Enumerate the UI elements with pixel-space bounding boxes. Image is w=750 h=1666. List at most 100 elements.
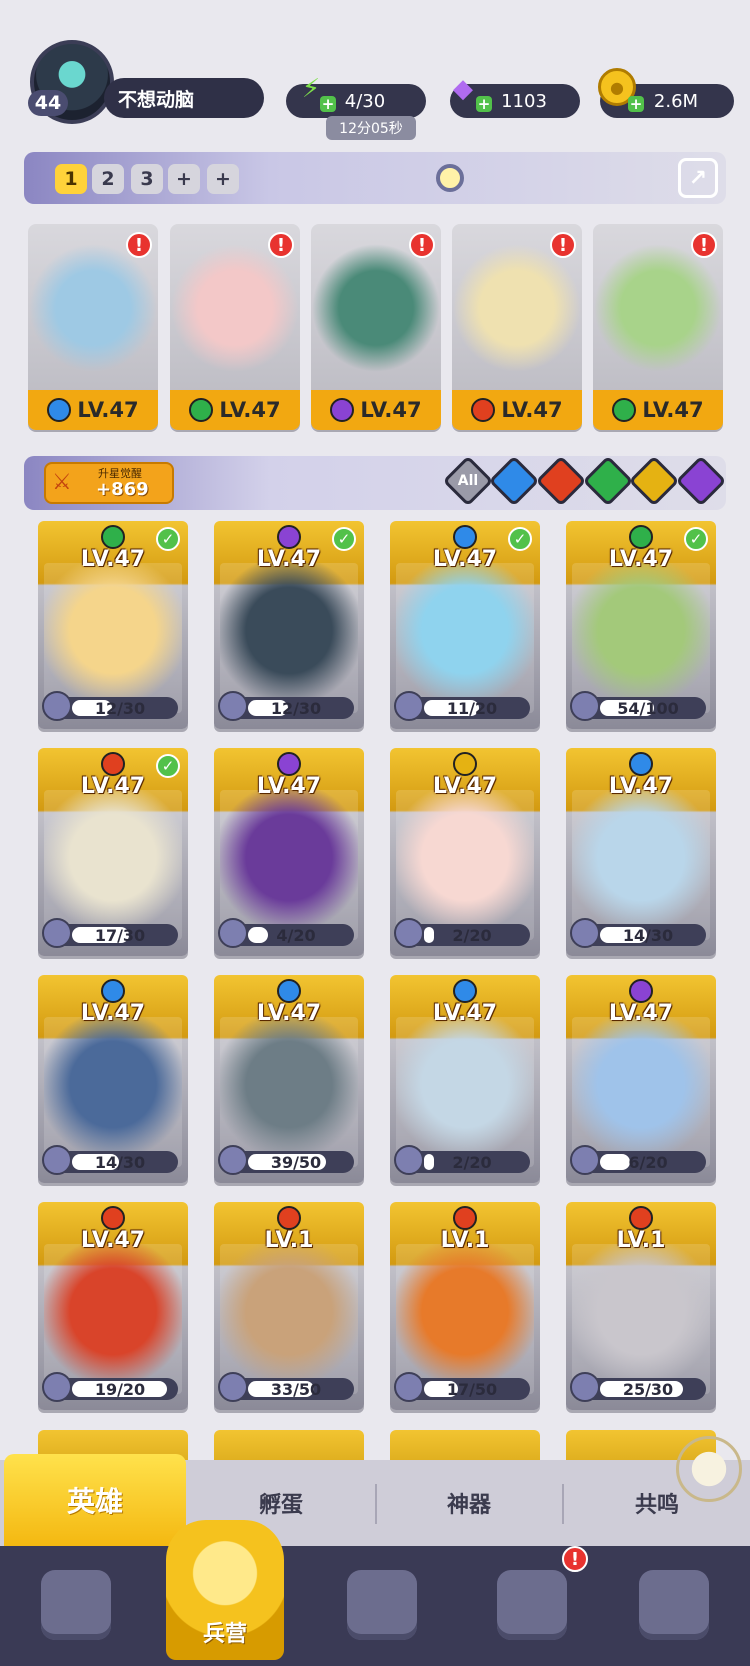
energy-value: 4/30: [344, 90, 386, 112]
team-tab-1[interactable]: 1: [55, 164, 87, 194]
shard-progress-fill: [424, 1154, 434, 1170]
upgrade-alert-badge: !: [126, 232, 152, 258]
water-element-icon: [629, 752, 653, 776]
team-slot-5[interactable]: ! LV.47: [593, 224, 723, 430]
nav-cards[interactable]: [26, 1560, 126, 1650]
shard-progress-bar: 25/30: [570, 1372, 706, 1402]
shard-progress-fill: [424, 927, 434, 943]
hero-card-partial[interactable]: [214, 1430, 364, 1460]
hero-card[interactable]: LV.47 2/20: [390, 975, 540, 1183]
shard-count: 19/20: [94, 1379, 146, 1399]
shard-icon: [42, 691, 72, 721]
add-gems-button[interactable]: +: [476, 95, 492, 113]
hero-card[interactable]: LV.47 19/20: [38, 1202, 188, 1410]
tab-heroes[interactable]: 英雄: [4, 1454, 186, 1546]
hero-level: LV.47: [256, 774, 322, 799]
sparkle-button[interactable]: [676, 1436, 742, 1502]
shard-icon: [394, 918, 424, 948]
shop-icon: [497, 1570, 567, 1640]
level-text: LV.47: [219, 398, 281, 422]
player-level-badge: 44: [28, 90, 68, 116]
shard-progress-bar: 19/20: [42, 1372, 178, 1402]
shard-icon: [218, 1372, 248, 1402]
shard-progress-bar: 14/30: [570, 918, 706, 948]
team-slot-3[interactable]: ! LV.47: [311, 224, 441, 430]
hero-card[interactable]: LV.47 4/20: [214, 748, 364, 956]
hero-card[interactable]: LV.47 14/30: [566, 748, 716, 956]
shard-count: 2/20: [452, 925, 492, 945]
hero-card[interactable]: LV.1 33/50: [214, 1202, 364, 1410]
wind-element-icon: [612, 398, 637, 422]
tab-artifacts[interactable]: 神器: [376, 1460, 562, 1546]
hero-card[interactable]: LV.47 14/30: [38, 975, 188, 1183]
fire-element-icon: [277, 1206, 301, 1230]
hero-level: LV.47: [80, 1001, 146, 1026]
hero-card[interactable]: ✓ LV.47 11/20: [390, 521, 540, 729]
shard-progress-bar: 14/30: [42, 1145, 178, 1175]
nav-guild[interactable]: [624, 1560, 724, 1650]
nav-barracks-label: 兵营: [202, 1622, 247, 1647]
energy-timer: 12分05秒: [326, 116, 416, 140]
player-name[interactable]: 不想动脑: [104, 78, 264, 118]
shadow-element-icon: [629, 979, 653, 1003]
upgrade-alert-badge: !: [268, 232, 294, 258]
nav-shop[interactable]: [482, 1560, 582, 1650]
team-slot-level: LV.47: [593, 390, 723, 430]
hero-portrait: [396, 563, 534, 713]
wind-element-icon: [189, 398, 214, 422]
shard-progress-bar: 12/30: [218, 691, 354, 721]
hero-card[interactable]: ✓ LV.47 12/30: [38, 521, 188, 729]
team-tab-3[interactable]: 3: [131, 164, 163, 194]
team-slot-level: LV.47: [170, 390, 300, 430]
shard-icon: [218, 918, 248, 948]
shard-count: 14/30: [622, 925, 674, 945]
hero-card[interactable]: LV.1 25/30: [566, 1202, 716, 1410]
upgrade-alert-badge: !: [691, 232, 717, 258]
hero-card[interactable]: ✓ LV.47 12/30: [214, 521, 364, 729]
gold-value: 2.6M: [653, 90, 699, 112]
shard-icon: [218, 691, 248, 721]
add-team-button[interactable]: +: [168, 164, 200, 194]
hero-level: LV.47: [80, 1228, 146, 1253]
team-slot-1[interactable]: ! LV.47: [28, 224, 158, 430]
share-icon[interactable]: ↗: [678, 158, 718, 198]
shard-progress-bar: 2/20: [394, 1145, 530, 1175]
team-tab-2[interactable]: 2: [92, 164, 124, 194]
team-slot-4[interactable]: ! LV.47: [452, 224, 582, 430]
shard-count: 39/50: [270, 1152, 322, 1172]
awaken-button[interactable]: ⚔ 升星觉醒 +869: [44, 462, 174, 504]
upgrade-alert-badge: !: [409, 232, 435, 258]
shard-icon: [394, 1145, 424, 1175]
hero-card[interactable]: LV.47 6/20: [566, 975, 716, 1183]
search-icon[interactable]: [436, 164, 464, 192]
add-energy-button[interactable]: +: [320, 95, 336, 113]
shard-progress-fill: [600, 1154, 630, 1170]
add-gold-button[interactable]: +: [628, 95, 644, 113]
water-element-icon: [101, 979, 125, 1003]
hero-card-partial[interactable]: [390, 1430, 540, 1460]
hero-card[interactable]: LV.1 17/50: [390, 1202, 540, 1410]
level-text: LV.47: [642, 398, 704, 422]
hero-card[interactable]: LV.47 2/20: [390, 748, 540, 956]
shard-progress-bar: 11/20: [394, 691, 530, 721]
nav-map[interactable]: [332, 1560, 432, 1650]
guild-icon: [639, 1570, 709, 1640]
hero-level: LV.47: [80, 774, 146, 799]
light-element-icon: [453, 752, 477, 776]
team-slot-2[interactable]: ! LV.47: [170, 224, 300, 430]
shard-icon: [42, 918, 72, 948]
hero-portrait: [572, 563, 710, 713]
shard-count: 14/30: [94, 1152, 146, 1172]
hero-level: LV.47: [432, 774, 498, 799]
shard-progress-bar: 54/100: [570, 691, 706, 721]
hero-card[interactable]: ✓ LV.47 17/30: [38, 748, 188, 956]
shard-progress-bar: 17/50: [394, 1372, 530, 1402]
hero-card[interactable]: LV.47 39/50: [214, 975, 364, 1183]
team-selector-bar: [24, 152, 726, 204]
hero-portrait: [572, 1244, 710, 1394]
hero-card[interactable]: ✓ LV.47 54/100: [566, 521, 716, 729]
hero-level: LV.47: [256, 547, 322, 572]
hero-level: LV.47: [608, 774, 674, 799]
add-team-button-2[interactable]: +: [207, 164, 239, 194]
shard-count: 11/20: [446, 698, 498, 718]
